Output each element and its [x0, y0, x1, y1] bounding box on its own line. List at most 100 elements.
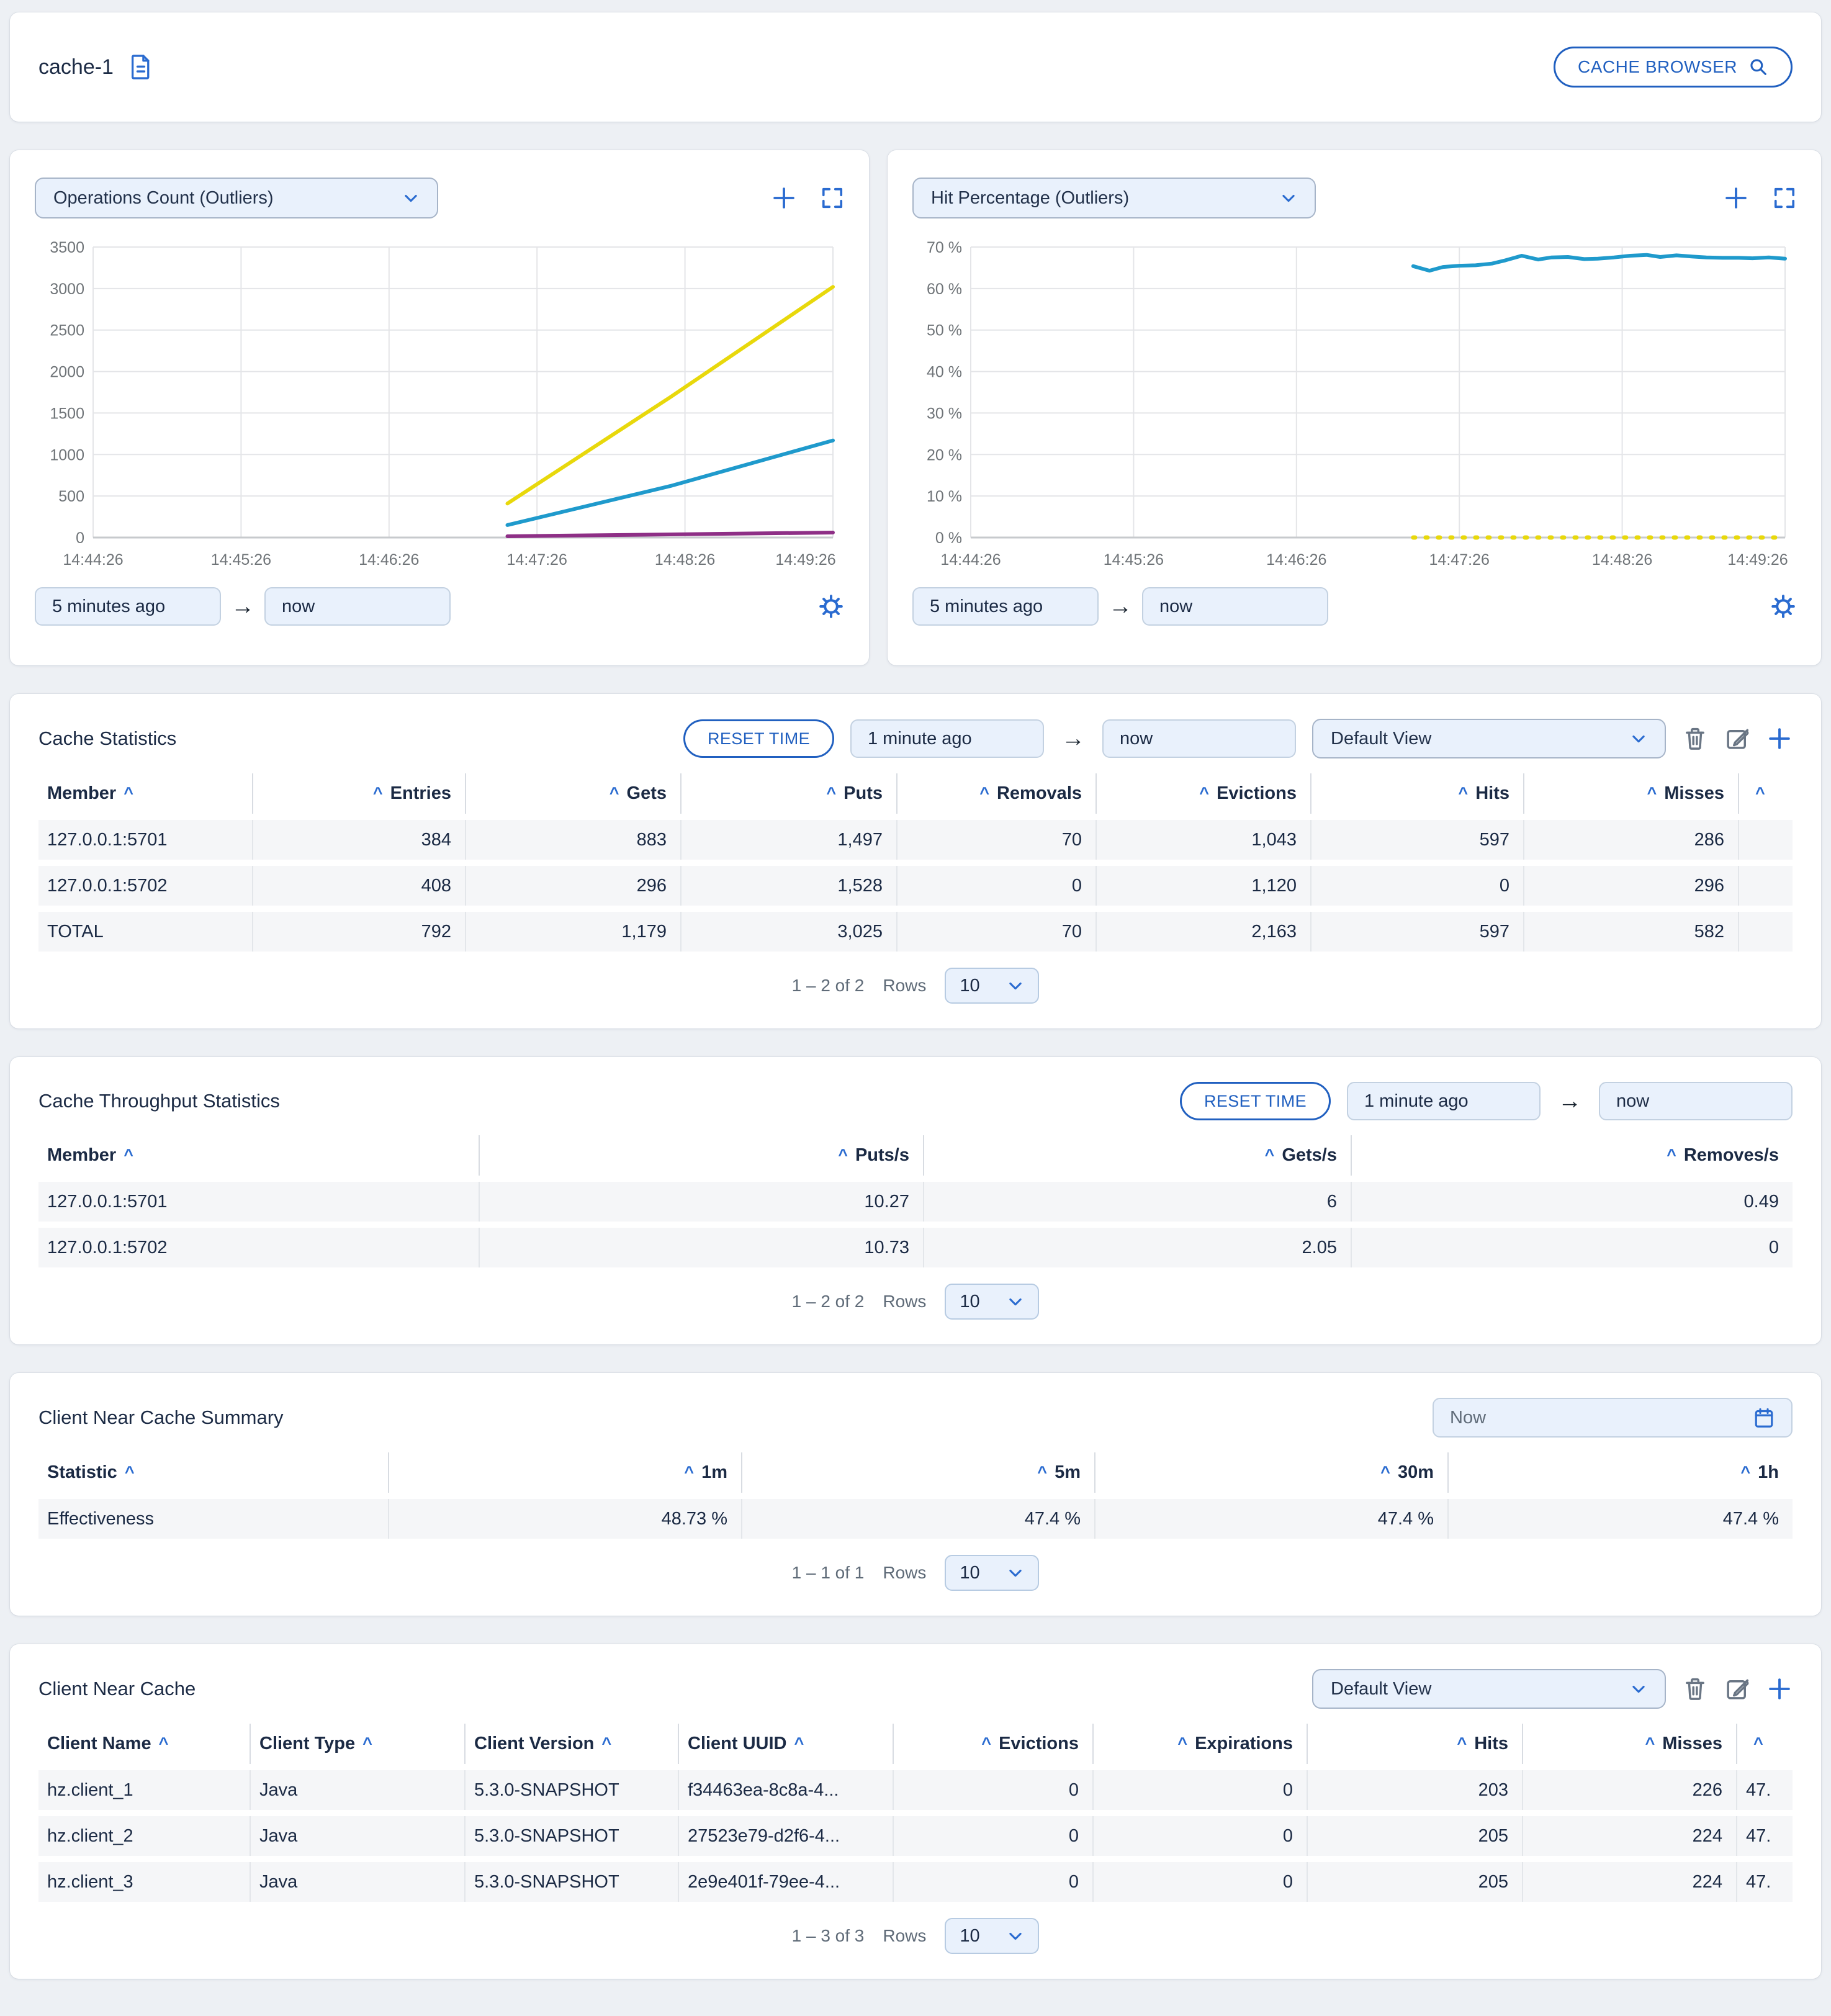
svg-text:40 %: 40 % — [927, 364, 962, 381]
column-header-truncated[interactable]: ^ — [1737, 1724, 1793, 1764]
column-header-client-uuid[interactable]: Client UUID ^ — [679, 1724, 894, 1764]
time-to-input[interactable]: now — [264, 587, 451, 626]
chevron-down-icon — [1280, 189, 1297, 207]
column-header-gets[interactable]: ^ Gets — [466, 773, 682, 814]
cell: 224 — [1523, 1862, 1737, 1902]
add-chart-icon[interactable] — [1723, 185, 1749, 211]
data-table: Member ^ ^ Entries ^ Gets ^ Puts ^ Removals ^ Evict… — [38, 767, 1793, 958]
column-header-1h[interactable]: ^ 1h — [1449, 1452, 1793, 1493]
cell: 883 — [466, 820, 682, 860]
column-header-client-name[interactable]: Client Name ^ — [38, 1724, 251, 1764]
time-from-input[interactable]: 1 minute ago — [850, 719, 1044, 758]
gear-icon[interactable] — [818, 593, 844, 619]
column-header-30m[interactable]: ^ 30m — [1095, 1452, 1449, 1493]
cell: Effectiveness — [38, 1499, 389, 1539]
column-header-gets-s[interactable]: ^ Gets/s — [924, 1135, 1352, 1176]
cell: 384 — [253, 820, 466, 860]
edit-view-icon[interactable] — [1724, 726, 1750, 752]
column-header-client-version[interactable]: Client Version ^ — [466, 1724, 679, 1764]
column-header-expirations[interactable]: ^ Expirations — [1094, 1724, 1308, 1764]
column-header-truncated[interactable]: ^ — [1739, 773, 1793, 814]
column-header-evictions[interactable]: ^ Evictions — [1097, 773, 1311, 814]
document-icon[interactable] — [128, 53, 153, 81]
column-header-member[interactable]: Member ^ — [38, 1135, 480, 1176]
delete-view-icon[interactable] — [1682, 726, 1708, 752]
view-selector[interactable]: Default View — [1312, 1669, 1666, 1709]
rows-per-page-select[interactable]: 10 — [945, 1284, 1040, 1320]
cell: 0 — [898, 866, 1097, 906]
time-to-input[interactable]: now — [1599, 1082, 1793, 1120]
metric-selector[interactable]: Hit Percentage (Outliers) — [912, 178, 1316, 218]
cell: hz.client_3 — [38, 1862, 251, 1902]
column-header-puts-s[interactable]: ^ Puts/s — [480, 1135, 924, 1176]
rows-per-page-select[interactable]: 10 — [945, 1555, 1040, 1591]
fullscreen-icon[interactable] — [821, 186, 844, 210]
column-header-misses[interactable]: ^ Misses — [1523, 1724, 1737, 1764]
cell: 0 — [1311, 866, 1524, 906]
add-view-icon[interactable] — [1766, 726, 1793, 752]
svg-text:3000: 3000 — [50, 281, 84, 298]
delete-view-icon[interactable] — [1682, 1676, 1708, 1702]
column-header-entries[interactable]: ^ Entries — [253, 773, 466, 814]
cell: 0 — [1352, 1228, 1793, 1267]
view-selector[interactable]: Default View — [1312, 719, 1666, 758]
pagination: 1 – 2 of 2 Rows 10 — [38, 968, 1793, 1004]
cell — [1739, 866, 1793, 906]
rows-per-page-select[interactable]: 10 — [945, 1918, 1040, 1954]
column-header-hits[interactable]: ^ Hits — [1311, 773, 1524, 814]
fullscreen-icon[interactable] — [1773, 186, 1796, 210]
operations-count-line-chart: 14:44:26 14:45:26 14:46:26 14:47:26 14:48:26… — [35, 236, 844, 571]
chevron-down-icon — [402, 189, 420, 207]
edit-view-icon[interactable] — [1724, 1676, 1750, 1702]
cell: 5.3.0-SNAPSHOT — [466, 1816, 679, 1856]
column-header-statistic[interactable]: Statistic ^ — [38, 1452, 389, 1493]
time-point-input[interactable]: Now — [1433, 1398, 1793, 1438]
client-near-cache-table: Client Name ^ Client Type ^ Client Version ^ C… — [38, 1717, 1793, 1908]
time-from-input[interactable]: 5 minutes ago — [912, 587, 1099, 626]
calendar-icon[interactable] — [1753, 1406, 1775, 1429]
reset-time-button[interactable]: RESET TIME — [683, 719, 834, 758]
sort-caret-icon: ^ — [1264, 1146, 1275, 1164]
rows-per-page-select[interactable]: 10 — [945, 968, 1040, 1004]
cell: 224 — [1523, 1816, 1737, 1856]
column-header-5m[interactable]: ^ 5m — [742, 1452, 1095, 1493]
cache-browser-button[interactable]: CACHE BROWSER — [1554, 47, 1793, 88]
sort-caret-icon: ^ — [1753, 1734, 1763, 1753]
data-table: Client Name ^ Client Type ^ Client Version ^ C… — [38, 1717, 1793, 1908]
column-header-misses[interactable]: ^ Misses — [1524, 773, 1739, 814]
column-header-removes-s[interactable]: ^ Removes/s — [1352, 1135, 1793, 1176]
gear-icon[interactable] — [1770, 593, 1796, 619]
cell: 1,497 — [682, 820, 898, 860]
metric-selector[interactable]: Operations Count (Outliers) — [35, 178, 438, 218]
time-from-input[interactable]: 1 minute ago — [1347, 1082, 1541, 1120]
svg-text:14:49:26: 14:49:26 — [775, 551, 835, 569]
pagination-range: 1 – 3 of 3 — [791, 1926, 865, 1945]
column-header-member[interactable]: Member ^ — [38, 773, 253, 814]
add-view-icon[interactable] — [1766, 1676, 1793, 1702]
pagination: 1 – 2 of 2 Rows 10 — [38, 1284, 1793, 1320]
chevron-down-icon — [1007, 1564, 1024, 1582]
column-header-removals[interactable]: ^ Removals — [898, 773, 1097, 814]
column-header-puts[interactable]: ^ Puts — [682, 773, 898, 814]
column-header-1m[interactable]: ^ 1m — [389, 1452, 742, 1493]
column-header-hits[interactable]: ^ Hits — [1308, 1724, 1523, 1764]
column-header-client-type[interactable]: Client Type ^ — [251, 1724, 466, 1764]
near-cache-summary-table: Statistic ^ ^ 1m ^ 5m ^ 30m ^ 1h Effectiveness 48.7… — [38, 1446, 1793, 1545]
svg-text:10 %: 10 % — [927, 488, 962, 505]
time-to-input[interactable]: now — [1142, 587, 1328, 626]
svg-text:60 %: 60 % — [927, 281, 962, 298]
column-header-evictions[interactable]: ^ Evictions — [894, 1724, 1094, 1764]
add-chart-icon[interactable] — [771, 185, 797, 211]
svg-text:14:47:26: 14:47:26 — [507, 551, 567, 569]
svg-text:3500: 3500 — [50, 239, 84, 256]
cache-header-card: cache-1 CACHE BROWSER — [10, 12, 1821, 122]
time-from-input[interactable]: 5 minutes ago — [35, 587, 221, 626]
time-to-input[interactable]: now — [1102, 719, 1296, 758]
cell: 286 — [1524, 820, 1739, 860]
cell: f34463ea-8c8a-4... — [679, 1770, 894, 1810]
reset-time-button[interactable]: RESET TIME — [1179, 1082, 1331, 1120]
sort-caret-icon: ^ — [601, 1734, 612, 1753]
time-to-value: now — [1616, 1091, 1650, 1111]
sort-caret-icon: ^ — [362, 1734, 372, 1753]
sort-caret-icon: ^ — [684, 1463, 695, 1482]
